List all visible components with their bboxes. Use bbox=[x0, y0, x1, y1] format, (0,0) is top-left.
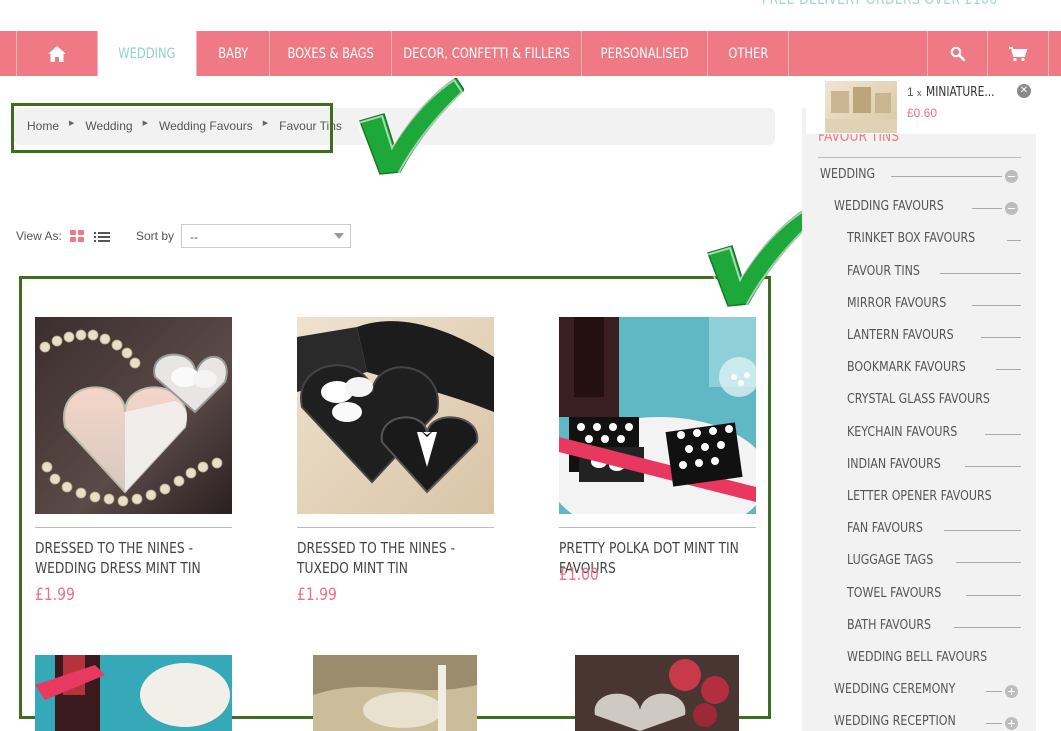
sidebar-category-text: CRYSTAL GLASS FAVOURS bbox=[847, 391, 990, 407]
sidebar-category-text: BOOKMARK FAVOURS bbox=[847, 359, 966, 375]
sidebar-category-text: TRINKET BOX FAVOURS bbox=[847, 230, 976, 246]
mini-cart-popup: 1 x MINIATURE... £0.60 ✕ bbox=[806, 78, 1046, 134]
sidebar-category-item[interactable]: FAN FAVOURS bbox=[0, 520, 1061, 540]
sidebar-category-label: KEYCHAIN FAVOURS bbox=[847, 424, 986, 440]
sidebar-category-text: WEDDING CEREMONY bbox=[834, 681, 956, 697]
nav-decor-confetti-fillers[interactable]: DECOR, CONFETTI & FILLERS bbox=[392, 31, 582, 76]
sidebar-category-label: LETTER OPENER FAVOURS bbox=[847, 488, 1028, 504]
sidebar-category-item[interactable]: LANTERN FAVOURS bbox=[0, 327, 1061, 347]
collapse-minus-icon[interactable] bbox=[1005, 170, 1018, 183]
sidebar-category-label: WEDDING BELL FAVOURS bbox=[847, 649, 1022, 665]
sidebar-category-text: BATH FAVOURS bbox=[847, 617, 932, 633]
sidebar-category-label: WEDDING bbox=[820, 166, 892, 182]
cart-item-price: £0.60 bbox=[907, 106, 938, 120]
sidebar-category-label: TOWEL FAVOURS bbox=[847, 585, 966, 601]
sidebar-category-text: MIRROR FAVOURS bbox=[847, 295, 947, 311]
sidebar-category-item[interactable]: TOWEL FAVOURS bbox=[0, 585, 1061, 605]
collapse-minus-icon[interactable] bbox=[1005, 202, 1018, 215]
nav-end bbox=[1049, 31, 1061, 76]
sidebar-category-item[interactable]: WEDDING CEREMONY bbox=[0, 681, 1061, 701]
nav-other[interactable]: OTHER bbox=[708, 31, 789, 76]
cart-item-name[interactable]: MINIATURE... bbox=[926, 84, 1010, 100]
sidebar-category-text: KEYCHAIN FAVOURS bbox=[847, 424, 958, 440]
nav-home-button[interactable] bbox=[16, 31, 98, 76]
sidebar-category-label: INDIAN FAVOURS bbox=[847, 456, 966, 472]
sidebar-category-text: LANTERN FAVOURS bbox=[847, 327, 954, 343]
expand-plus-icon[interactable] bbox=[1005, 717, 1018, 730]
nav-baby[interactable]: BABY bbox=[197, 31, 270, 76]
sidebar-category-item[interactable]: WEDDING BELL FAVOURS bbox=[0, 649, 1061, 669]
sidebar-category-label: FAVOUR TINS bbox=[847, 263, 940, 279]
sidebar-category-text: FAN FAVOURS bbox=[847, 520, 923, 536]
nav-search-button[interactable] bbox=[927, 31, 988, 76]
cart-icon bbox=[1009, 46, 1028, 61]
sidebar-divider bbox=[818, 157, 1021, 158]
sidebar-category-label: BATH FAVOURS bbox=[847, 617, 954, 633]
search-icon bbox=[950, 46, 965, 61]
cart-item-quantity: 1 x bbox=[907, 85, 922, 99]
sidebar-category-text: LETTER OPENER FAVOURS bbox=[847, 488, 992, 504]
cart-item-thumbnail[interactable] bbox=[825, 81, 897, 133]
sidebar-category-item[interactable]: LUGGAGE TAGS bbox=[0, 552, 1061, 572]
sidebar-category-label: TRINKET BOX FAVOURS bbox=[847, 230, 1008, 246]
sidebar-category-label: LANTERN FAVOURS bbox=[847, 327, 982, 343]
sidebar-category-item[interactable]: LETTER OPENER FAVOURS bbox=[0, 488, 1061, 508]
sidebar-category-text: WEDDING BELL FAVOURS bbox=[847, 649, 988, 665]
expand-plus-icon[interactable] bbox=[1005, 685, 1018, 698]
sidebar-category-text: WEDDING FAVOURS bbox=[834, 198, 944, 214]
sidebar-category-label: WEDDING FAVOURS bbox=[834, 198, 972, 214]
sidebar-category-label: WEDDING RECEPTION bbox=[834, 713, 987, 729]
sidebar-category-item[interactable]: KEYCHAIN FAVOURS bbox=[0, 424, 1061, 444]
sidebar-category-text: WEDDING bbox=[820, 166, 876, 182]
nav-personalised[interactable]: PERSONALISED bbox=[582, 31, 708, 76]
sidebar-category-item[interactable]: CRYSTAL GLASS FAVOURS bbox=[0, 391, 1061, 411]
sidebar-category-label: MIRROR FAVOURS bbox=[847, 295, 973, 311]
sidebar-category-item[interactable]: WEDDING bbox=[0, 166, 1061, 186]
sidebar-category-label: FAN FAVOURS bbox=[847, 520, 944, 536]
sidebar-category-item[interactable]: WEDDING FAVOURS bbox=[0, 198, 1061, 218]
sidebar-category-text: WEDDING RECEPTION bbox=[834, 713, 956, 729]
close-icon[interactable]: ✕ bbox=[1017, 84, 1031, 98]
sidebar-category-label: BOOKMARK FAVOURS bbox=[847, 359, 996, 375]
sidebar-category-label: LUGGAGE TAGS bbox=[847, 552, 957, 568]
sidebar-category-label: CRYSTAL GLASS FAVOURS bbox=[847, 391, 1026, 407]
sidebar-category-item[interactable]: BATH FAVOURS bbox=[0, 617, 1061, 637]
sidebar-category-item[interactable]: INDIAN FAVOURS bbox=[0, 456, 1061, 476]
sidebar-category-text: LUGGAGE TAGS bbox=[847, 552, 934, 568]
nav-boxes-bags[interactable]: BOXES & BAGS bbox=[270, 31, 392, 76]
sidebar-category-label: WEDDING CEREMONY bbox=[834, 681, 986, 697]
free-delivery-banner: FREE DELIVERY ORDERS OVER £100 bbox=[762, 0, 1049, 8]
home-icon bbox=[48, 45, 66, 62]
sidebar-category-text: TOWEL FAVOURS bbox=[847, 585, 942, 601]
sidebar-category-text: FAVOUR TINS bbox=[847, 263, 920, 279]
breadcrumb-annotation-box bbox=[11, 103, 333, 153]
sidebar-category-item[interactable]: TRINKET BOX FAVOURS bbox=[0, 230, 1061, 250]
sidebar-category-item[interactable]: BOOKMARK FAVOURS bbox=[0, 359, 1061, 379]
main-nav: WEDDING BABY BOXES & BAGS DECOR, CONFETT… bbox=[0, 31, 1061, 76]
sidebar-category-item[interactable]: FAVOUR TINS bbox=[0, 263, 1061, 283]
sidebar-category-item[interactable]: WEDDING RECEPTION bbox=[0, 713, 1061, 731]
nav-wedding[interactable]: WEDDING bbox=[98, 31, 197, 76]
sidebar-category-text: INDIAN FAVOURS bbox=[847, 456, 941, 472]
nav-cart-button[interactable] bbox=[988, 31, 1049, 76]
sidebar-category-item[interactable]: MIRROR FAVOURS bbox=[0, 295, 1061, 315]
